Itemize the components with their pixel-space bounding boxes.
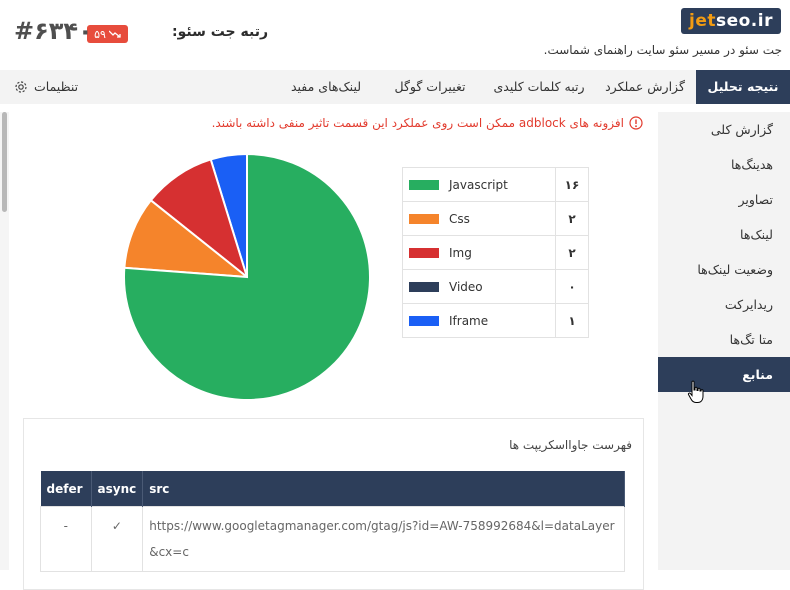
site-tagline: جت سئو در مسیر سئو سایت راهنمای شماست. <box>543 43 782 57</box>
legend-label: Iframe <box>449 313 489 328</box>
legend-row-javascript: Javascript ۱۶ <box>402 167 589 202</box>
legend-entry: Javascript <box>402 167 556 202</box>
tab-bar: نتیجه تحلیل گزارش عملکرد رتبه کلمات کلید… <box>0 70 790 104</box>
legend-row-img: Img ۲ <box>402 235 589 270</box>
logo-text-part1: jet <box>689 11 716 31</box>
legend-swatch <box>409 248 439 258</box>
legend-row-iframe: Iframe ۱ <box>402 303 589 338</box>
cell-defer: - <box>40 506 92 572</box>
chart-legend-table: Javascript ۱۶ Css ۲ Img ۲ Video ۰ Iframe ۱ <box>402 167 589 338</box>
rank-change-badge: ۵۹ <box>87 25 128 43</box>
tab-google-changes[interactable]: تغییرات گوگل <box>380 70 480 104</box>
column-header-src[interactable]: src <box>142 471 625 507</box>
sidebar-item-link-status[interactable]: وضعیت لینک‌ها <box>658 252 790 287</box>
sidebar-item-overview[interactable]: گزارش کلی <box>658 112 790 147</box>
tab-useful-links[interactable]: لینک‌های مفید <box>276 70 376 104</box>
column-header-defer[interactable]: defer <box>40 471 92 507</box>
legend-swatch <box>409 282 439 292</box>
legend-label: Video <box>449 279 483 294</box>
sidebar-item-resources[interactable]: منابع <box>658 357 790 392</box>
tab-performance-report[interactable]: گزارش عملکرد <box>600 70 690 104</box>
javascript-table: defer async src - ✓ https://www.googleta… <box>40 471 625 572</box>
sidebar-item-headings[interactable]: هدینگ‌ها <box>658 147 790 182</box>
legend-label: Img <box>449 245 472 260</box>
rank-value: #۶۳۴۰ <box>14 17 93 45</box>
gear-icon <box>15 81 27 93</box>
settings-button[interactable]: تنظیمات <box>14 70 78 104</box>
legend-label: Javascript <box>449 177 508 192</box>
logo-text-part2: seo.ir <box>715 11 773 31</box>
tab-analysis-result[interactable]: نتیجه تحلیل <box>696 70 790 104</box>
column-header-async[interactable]: async <box>91 471 144 507</box>
legend-entry: Css <box>402 201 556 236</box>
legend-count: ۱۶ <box>555 167 589 202</box>
scrollbar-thumb[interactable] <box>2 112 7 212</box>
legend-entry: Iframe <box>402 303 556 338</box>
trend-down-icon <box>108 30 121 38</box>
table-row: - ✓ https://www.googletagmanager.com/gta… <box>40 506 625 572</box>
legend-count: ۲ <box>555 235 589 270</box>
adblock-warning-text: افزونه های adblock ممکن است روی عملکرد ا… <box>211 116 624 130</box>
legend-swatch <box>409 316 439 326</box>
legend-label: Css <box>449 211 470 226</box>
legend-row-css: Css ۲ <box>402 201 589 236</box>
hand-cursor-icon <box>687 380 704 403</box>
legend-count: ۲ <box>555 201 589 236</box>
sidebar-item-images[interactable]: تصاویر <box>658 182 790 217</box>
legend-count: ۱ <box>555 303 589 338</box>
sidebar-item-links[interactable]: لینک‌ها <box>658 217 790 252</box>
resources-pie-chart <box>123 152 371 401</box>
cell-async: ✓ <box>90 506 144 572</box>
legend-entry: Img <box>402 235 556 270</box>
sidebar-item-meta-tags[interactable]: متا تگ‌ها <box>658 322 790 357</box>
tab-keyword-rank[interactable]: رتبه کلمات کلیدی <box>484 70 594 104</box>
site-logo[interactable]: jet seo.ir <box>681 8 781 34</box>
settings-label: تنظیمات <box>34 79 79 94</box>
legend-swatch <box>409 180 439 190</box>
adblock-warning: افزونه های adblock ممکن است روی عملکرد ا… <box>212 116 643 130</box>
info-circle-icon <box>629 116 643 130</box>
legend-row-video: Video ۰ <box>402 269 589 304</box>
legend-entry: Video <box>402 269 556 304</box>
rank-title: رتبه جت سئو: <box>172 24 269 40</box>
cell-src[interactable]: https://www.googletagmanager.com/gtag/js… <box>142 506 625 572</box>
legend-swatch <box>409 214 439 224</box>
rank-change-value: ۵۹ <box>94 27 106 41</box>
sidebar: گزارش کلی هدینگ‌ها تصاویر لینک‌ها وضعیت … <box>658 112 790 570</box>
sidebar-item-redirect[interactable]: ریدایرکت <box>658 287 790 322</box>
javascript-list-title: فهرست جاوااسکریپت ها <box>509 438 632 452</box>
legend-count: ۰ <box>555 269 589 304</box>
